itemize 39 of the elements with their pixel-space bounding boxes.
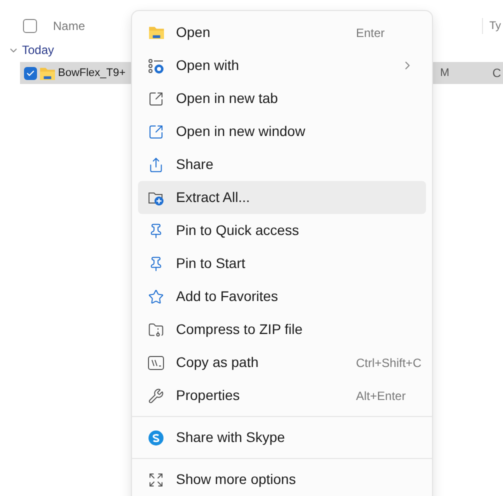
shortcut-text: Enter xyxy=(356,24,385,42)
menu-item[interactable]: Copy as path Ctrl+Shift+C xyxy=(138,346,426,379)
menu-item[interactable]: Share with Skype xyxy=(138,421,426,454)
folder-icon xyxy=(148,26,164,39)
expand-icon xyxy=(148,472,164,488)
menu-item[interactable]: Show more options xyxy=(138,463,426,496)
menu-item[interactable]: Share xyxy=(138,148,426,181)
group-header[interactable]: Today xyxy=(22,41,54,59)
menu-item[interactable]: Add to Favorites xyxy=(138,280,426,313)
menu-item[interactable]: Extract All... xyxy=(138,181,426,214)
new-window-icon xyxy=(148,124,164,140)
table-cell-text: C xyxy=(492,65,501,82)
file-name: BowFlex_T9+ xyxy=(58,66,126,81)
menu-item[interactable]: Properties Alt+Enter xyxy=(138,379,426,412)
folder-plus-icon xyxy=(148,190,164,206)
menu-item[interactable]: Compress to ZIP file xyxy=(138,313,426,346)
menu-item[interactable]: Open in new window xyxy=(138,115,426,148)
checkbox[interactable] xyxy=(24,66,37,80)
menu-item[interactable]: Open with xyxy=(138,49,426,82)
new-tab-icon xyxy=(148,90,164,106)
pin-icon xyxy=(148,222,164,238)
star-icon xyxy=(148,288,164,304)
table-cell-text: M xyxy=(440,66,450,81)
column-header[interactable]: Name xyxy=(53,17,86,35)
shortcut-text: Ctrl+Shift+C xyxy=(356,354,422,372)
menu-item[interactable]: Pin to Start xyxy=(138,247,426,280)
column-header[interactable]: Ty xyxy=(482,18,503,34)
skype-icon xyxy=(148,430,164,446)
menu-item[interactable]: Open Enter xyxy=(138,16,426,49)
checkmark-icon xyxy=(26,68,35,78)
share-icon xyxy=(148,156,164,172)
shortcut-text: Alt+Enter xyxy=(356,388,406,404)
menu-item[interactable]: Open in new tab xyxy=(138,82,426,115)
checkbox[interactable] xyxy=(23,19,37,33)
pin-icon xyxy=(148,256,164,272)
apps-icon xyxy=(148,58,164,74)
wrench-icon xyxy=(148,388,164,404)
menu-item[interactable]: Pin to Quick access xyxy=(138,214,426,247)
path-icon xyxy=(148,356,164,370)
